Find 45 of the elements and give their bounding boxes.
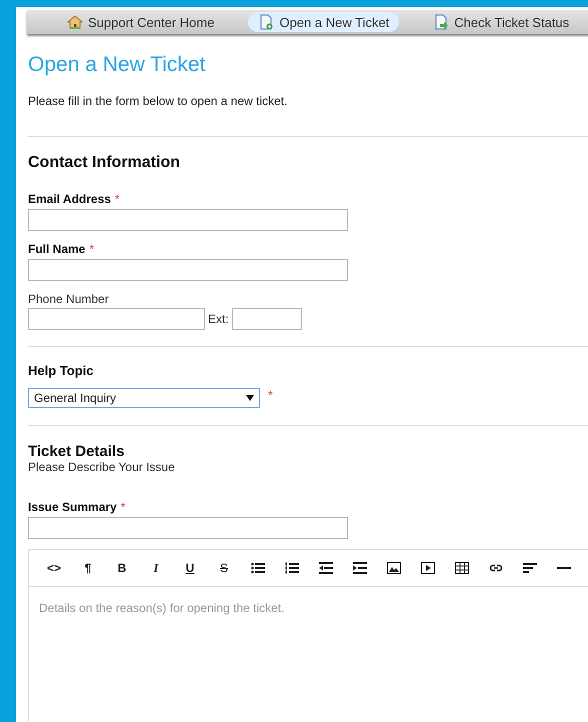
underline-button[interactable]: U bbox=[186, 561, 194, 575]
table-icon[interactable] bbox=[455, 562, 469, 574]
nav-tab[interactable]: Open a New Ticket bbox=[248, 12, 400, 32]
help-topic-dropdown[interactable]: General Inquiry bbox=[28, 388, 260, 408]
required-mark: * bbox=[120, 500, 126, 514]
strikethrough-button[interactable]: S bbox=[220, 561, 228, 575]
link-icon[interactable] bbox=[489, 562, 503, 574]
name-field[interactable] bbox=[28, 259, 348, 281]
section-heading: Contact Information bbox=[28, 154, 181, 172]
document-plus-icon bbox=[258, 14, 274, 30]
email-field[interactable] bbox=[28, 209, 348, 231]
house-icon bbox=[67, 14, 83, 30]
required-mark: * bbox=[268, 388, 273, 402]
field-label: Issue Summary bbox=[28, 500, 117, 514]
editor-placeholder: Details on the reason(s) for opening the ticket. bbox=[39, 601, 286, 615]
nav-tab[interactable]: Check Ticket Status bbox=[423, 12, 580, 32]
rich-text-editor[interactable]: <> ¶ B I U S Details on the reason(s) for opening the ticket. bbox=[28, 549, 588, 722]
phone-field[interactable] bbox=[28, 308, 205, 330]
code-button[interactable]: <> bbox=[46, 561, 61, 575]
bold-button[interactable]: B bbox=[118, 561, 126, 575]
section-heading: Ticket Details bbox=[28, 443, 126, 460]
section-subtitle: Please Describe Your Issue bbox=[28, 460, 176, 474]
extension-field[interactable] bbox=[232, 308, 302, 330]
field-label: Email Address bbox=[28, 192, 111, 206]
align-left-icon[interactable] bbox=[523, 562, 537, 574]
document-arrow-icon bbox=[433, 14, 450, 30]
play-icon[interactable] bbox=[421, 562, 435, 574]
required-mark: * bbox=[114, 192, 120, 206]
bullet-list-icon[interactable] bbox=[251, 562, 265, 574]
image-icon[interactable] bbox=[387, 562, 401, 574]
field-label: Full Name bbox=[28, 242, 86, 256]
caret-icon bbox=[246, 395, 254, 401]
ext-label: Ext: bbox=[208, 312, 229, 326]
numbered-list-icon[interactable] bbox=[285, 562, 299, 574]
indent-icon[interactable] bbox=[353, 562, 367, 574]
nav-tab[interactable]: Support Center Home bbox=[57, 12, 224, 32]
field-label: Help Topic bbox=[28, 363, 94, 378]
paragraph-button[interactable]: ¶ bbox=[84, 561, 92, 575]
outdent-icon[interactable] bbox=[319, 562, 333, 574]
summary-field[interactable] bbox=[28, 517, 348, 539]
required-mark: * bbox=[89, 242, 94, 256]
italic-button[interactable]: I bbox=[154, 560, 158, 576]
page-title: Open a New Ticket bbox=[28, 53, 206, 77]
field-label: Phone Number bbox=[28, 292, 109, 306]
intro-text: Please fill in the form below to open a new ticket. bbox=[28, 94, 288, 108]
